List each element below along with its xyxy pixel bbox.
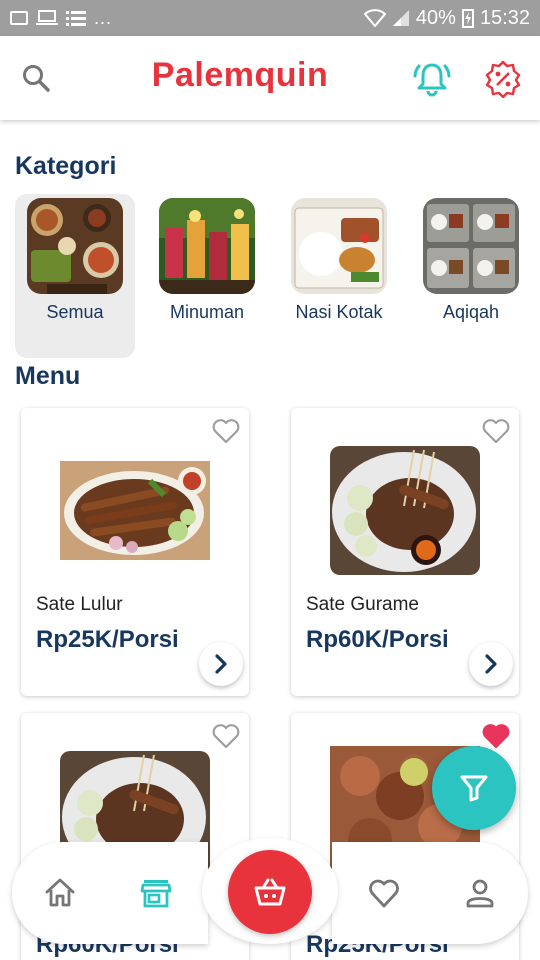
status-bar: ... 40% 15:32: [0, 0, 540, 36]
heart-icon[interactable]: [367, 876, 401, 910]
detail-button[interactable]: [199, 642, 243, 686]
clock: 15:32: [479, 6, 530, 29]
category-label: Nasi Kotak: [295, 302, 383, 322]
heart-outline-icon[interactable]: [481, 416, 511, 446]
category-aqiqah[interactable]: Aqiqah: [411, 194, 531, 358]
battery-charging-icon: [461, 9, 474, 28]
home-icon[interactable]: [43, 876, 77, 910]
wifi-icon: [363, 9, 386, 27]
more-notifications: ...: [94, 7, 113, 28]
category-minuman[interactable]: Minuman: [147, 194, 267, 358]
menu-card-sate-lulur[interactable]: Sate Lulur Rp25K/Porsi: [21, 408, 249, 696]
menu-item-price: Rp25K/Porsi: [36, 626, 179, 653]
category-list: Semua Minuman Nasi Kotak Aqiqah: [15, 194, 540, 358]
bottom-nav-right: [332, 842, 528, 944]
menu-item-image: [330, 446, 480, 575]
menu-item-name: Sate Gurame: [306, 594, 419, 615]
promo-icon[interactable]: [484, 60, 522, 98]
detail-button[interactable]: [469, 642, 513, 686]
bell-icon[interactable]: [412, 58, 452, 98]
gallery-notification-icon: [10, 11, 28, 25]
heart-outline-icon[interactable]: [211, 721, 241, 751]
category-minuman-image: [159, 198, 255, 294]
filter-icon: [460, 775, 488, 802]
filter-button[interactable]: [432, 746, 516, 830]
bottom-nav: [12, 838, 528, 944]
category-label: Minuman: [169, 302, 245, 322]
heart-outline-icon[interactable]: [211, 416, 241, 446]
category-label: Aqiqah: [442, 302, 500, 322]
menu-card-sate-gurame[interactable]: Sate Gurame Rp60K/Porsi: [291, 408, 519, 696]
signal-icon: [392, 10, 409, 26]
heart-filled-icon[interactable]: [481, 721, 511, 751]
menu-item-name: Sate Lulur: [36, 594, 123, 615]
list-notification-icon: [66, 11, 86, 26]
category-semua-image: [27, 198, 123, 294]
category-nasi-kotak[interactable]: Nasi Kotak: [279, 194, 399, 358]
store-icon[interactable]: [139, 876, 173, 910]
chevron-right-icon: [215, 654, 227, 674]
categories-title: Kategori: [15, 152, 117, 180]
menu-title: Menu: [15, 362, 81, 390]
menu-item-price: Rp60K/Porsi: [306, 626, 449, 653]
app-bar: Palemquin: [0, 36, 540, 120]
battery-percent: 40%: [415, 6, 456, 29]
cart-button[interactable]: [228, 850, 312, 934]
category-nasi-kotak-image: [291, 198, 387, 294]
cart-icon: [254, 878, 286, 906]
profile-icon[interactable]: [463, 876, 497, 910]
category-aqiqah-image: [423, 198, 519, 294]
laptop-notification-icon: [36, 10, 58, 25]
app-title: Palemquin: [151, 56, 329, 94]
bottom-nav-left: [12, 842, 208, 944]
chevron-right-icon: [485, 654, 497, 674]
menu-item-image: [60, 461, 210, 560]
category-semua[interactable]: Semua: [15, 194, 135, 358]
category-label: Semua: [46, 302, 104, 322]
